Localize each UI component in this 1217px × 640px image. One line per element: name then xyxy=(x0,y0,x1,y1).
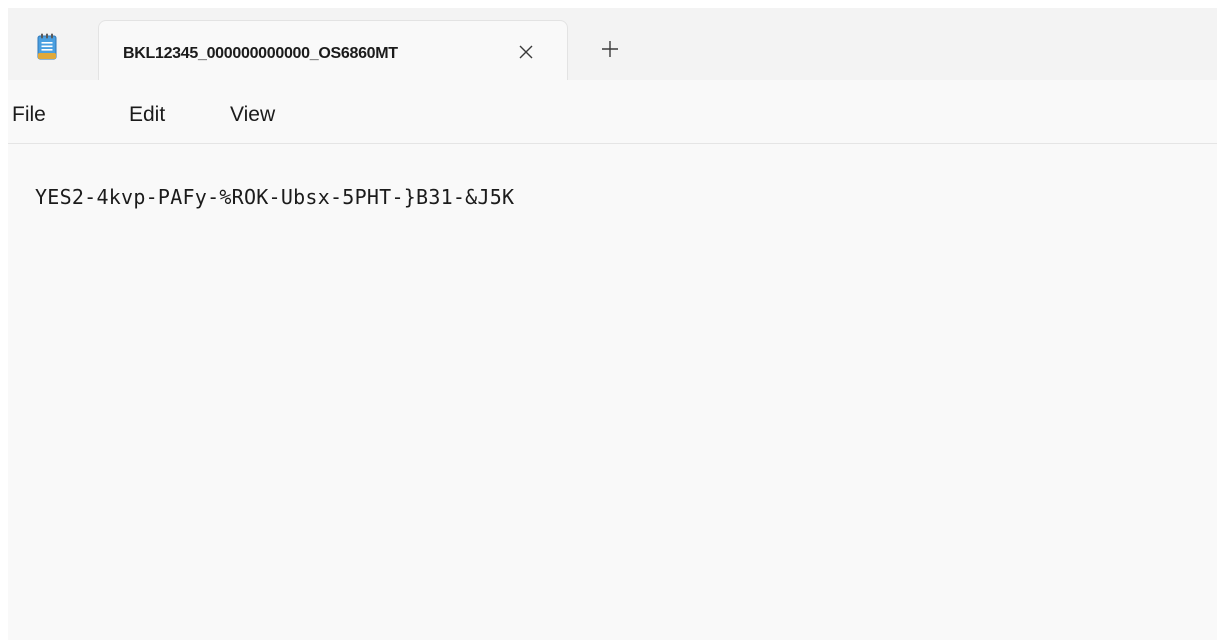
notepad-icon xyxy=(37,33,57,60)
menu-view[interactable]: View xyxy=(230,100,275,130)
plus-icon xyxy=(602,41,618,57)
close-tab-button[interactable] xyxy=(511,37,541,67)
menu-edit[interactable]: Edit xyxy=(129,100,165,130)
tab-title: BKL12345_000000000000_OS6860MT xyxy=(123,45,398,62)
close-icon xyxy=(519,45,533,59)
notepad-window: BKL12345_000000000000_OS6860MT File Edit… xyxy=(8,8,1217,640)
menu-bar: File Edit View xyxy=(8,80,1217,144)
text-editor[interactable]: YES2-4kvp-PAFy-%ROK-Ubsx-5PHT-}B31-&J5K xyxy=(8,144,1217,640)
title-bar: BKL12345_000000000000_OS6860MT xyxy=(8,8,1217,80)
menu-file[interactable]: File xyxy=(12,100,46,130)
document-tab[interactable]: BKL12345_000000000000_OS6860MT xyxy=(98,20,568,80)
editor-content[interactable]: YES2-4kvp-PAFy-%ROK-Ubsx-5PHT-}B31-&J5K xyxy=(35,182,1185,212)
new-tab-button[interactable] xyxy=(595,34,625,64)
